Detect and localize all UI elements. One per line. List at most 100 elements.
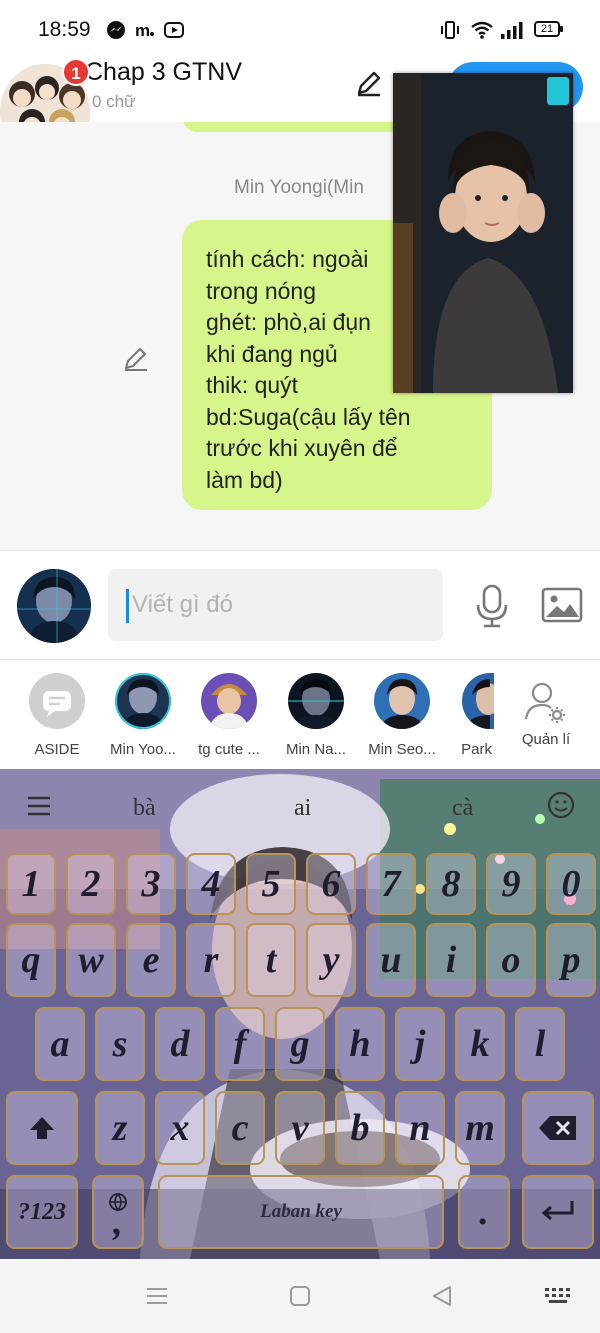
key-g[interactable]: g bbox=[275, 1007, 325, 1081]
space-label: Laban key bbox=[260, 1201, 342, 1222]
message-composer bbox=[0, 550, 600, 660]
key-d[interactable]: d bbox=[155, 1007, 205, 1081]
key-c[interactable]: c bbox=[215, 1091, 265, 1165]
character-name: Min Yoo... bbox=[110, 741, 176, 758]
comma-key[interactable]: , bbox=[92, 1175, 144, 1249]
home-icon[interactable] bbox=[288, 1284, 312, 1308]
edit-title-icon[interactable] bbox=[354, 68, 384, 98]
key-0[interactable]: 0 bbox=[546, 853, 596, 915]
suggestion-word[interactable]: ai bbox=[294, 795, 311, 822]
text-caret bbox=[126, 589, 129, 623]
character-avatar bbox=[462, 673, 494, 729]
video-frame bbox=[393, 73, 573, 393]
keyboard-icon[interactable] bbox=[544, 1284, 572, 1308]
key-x[interactable]: x bbox=[155, 1091, 205, 1165]
chat-bubble-icon bbox=[43, 691, 71, 717]
suggestion-bar: bà ai cà bbox=[0, 769, 600, 841]
key-n[interactable]: n bbox=[395, 1091, 445, 1165]
character-name: ASIDE bbox=[34, 741, 80, 758]
emoji-icon[interactable] bbox=[547, 791, 575, 819]
key-7[interactable]: 7 bbox=[366, 853, 416, 915]
key-p[interactable]: p bbox=[546, 923, 596, 997]
floating-video-player[interactable] bbox=[393, 73, 573, 393]
period-key[interactable]: . bbox=[458, 1175, 510, 1249]
key-y[interactable]: y bbox=[306, 923, 356, 997]
message-input-box[interactable] bbox=[108, 569, 443, 641]
key-2[interactable]: 2 bbox=[66, 853, 116, 915]
message-input[interactable] bbox=[132, 587, 432, 623]
suggestion-word[interactable]: bà bbox=[133, 795, 156, 822]
manage-label: Quản lí bbox=[521, 731, 571, 748]
key-a[interactable]: a bbox=[35, 1007, 85, 1081]
character-avatar bbox=[115, 673, 171, 729]
key-u[interactable]: u bbox=[366, 923, 416, 997]
character-item[interactable]: Min Yoo... bbox=[97, 673, 189, 758]
enter-key[interactable] bbox=[522, 1175, 594, 1249]
sender-name: Min Yoongi(Min bbox=[234, 177, 364, 198]
previous-message-bubble[interactable] bbox=[183, 122, 403, 132]
character-name: Min Seo... bbox=[368, 741, 436, 758]
key-8[interactable]: 8 bbox=[426, 853, 476, 915]
character-item[interactable]: Min Na... bbox=[270, 673, 362, 758]
vibrate-icon bbox=[441, 21, 459, 39]
space-key[interactable]: Laban key bbox=[158, 1175, 444, 1249]
key-5[interactable]: 5 bbox=[246, 853, 296, 915]
key-l[interactable]: l bbox=[515, 1007, 565, 1081]
key-i[interactable]: i bbox=[426, 923, 476, 997]
signal-icon bbox=[501, 22, 523, 39]
character-avatar bbox=[288, 673, 344, 729]
key-3[interactable]: 3 bbox=[126, 853, 176, 915]
word-count: 0 chữ bbox=[92, 92, 136, 111]
character-item[interactable]: tg cute ... bbox=[183, 673, 275, 758]
battery-indicator: 21 bbox=[534, 21, 563, 37]
enter-icon bbox=[541, 1201, 574, 1221]
edit-message-icon[interactable] bbox=[122, 344, 150, 372]
key-h[interactable]: h bbox=[335, 1007, 385, 1081]
message-line: làm bd) bbox=[206, 466, 283, 493]
character-aside[interactable]: ASIDE bbox=[11, 673, 103, 758]
status-bar: 18:59 m 21 bbox=[0, 0, 600, 58]
character-avatar bbox=[201, 673, 257, 729]
menu-icon[interactable] bbox=[145, 1284, 169, 1308]
manage-characters-button[interactable]: Quản lí bbox=[500, 673, 592, 748]
character-item[interactable]: Park bbox=[442, 673, 494, 758]
key-q[interactable]: q bbox=[6, 923, 56, 997]
symbols-key[interactable]: ?123 bbox=[6, 1175, 78, 1249]
m-app-icon: m bbox=[135, 21, 154, 40]
key-j[interactable]: j bbox=[395, 1007, 445, 1081]
back-icon[interactable] bbox=[430, 1284, 454, 1308]
key-w[interactable]: w bbox=[66, 923, 116, 997]
key-s[interactable]: s bbox=[95, 1007, 145, 1081]
laban-keyboard: bà ai cà 1 2 3 4 5 6 7 8 9 0 q w e r t y… bbox=[0, 769, 600, 1259]
character-item[interactable]: Min Seo... bbox=[356, 673, 448, 758]
key-9[interactable]: 9 bbox=[486, 853, 536, 915]
story-title[interactable]: Chap 3 GTNV bbox=[85, 58, 242, 87]
key-o[interactable]: o bbox=[486, 923, 536, 997]
shift-arrow-icon bbox=[30, 1117, 54, 1139]
notification-badge: 1 bbox=[62, 58, 90, 86]
key-v[interactable]: v bbox=[275, 1091, 325, 1165]
key-t[interactable]: t bbox=[246, 923, 296, 997]
key-4[interactable]: 4 bbox=[186, 853, 236, 915]
key-r[interactable]: r bbox=[186, 923, 236, 997]
suggestion-word[interactable]: cà bbox=[452, 795, 473, 822]
shift-key[interactable] bbox=[6, 1091, 78, 1165]
microphone-icon[interactable] bbox=[474, 583, 510, 629]
messenger-icon bbox=[107, 21, 125, 39]
key-f[interactable]: f bbox=[215, 1007, 265, 1081]
key-m[interactable]: m bbox=[455, 1091, 505, 1165]
key-k[interactable]: k bbox=[455, 1007, 505, 1081]
key-6[interactable]: 6 bbox=[306, 853, 356, 915]
character-name: tg cute ... bbox=[198, 741, 260, 758]
character-name: Park bbox=[461, 741, 492, 758]
aside-avatar bbox=[29, 673, 85, 729]
key-z[interactable]: z bbox=[95, 1091, 145, 1165]
current-character-avatar[interactable] bbox=[17, 569, 91, 643]
image-icon[interactable] bbox=[541, 587, 583, 623]
status-time: 18:59 bbox=[38, 18, 91, 41]
keyboard-menu-icon[interactable] bbox=[26, 795, 52, 817]
backspace-key[interactable] bbox=[522, 1091, 594, 1165]
key-b[interactable]: b bbox=[335, 1091, 385, 1165]
key-1[interactable]: 1 bbox=[6, 853, 56, 915]
key-e[interactable]: e bbox=[126, 923, 176, 997]
